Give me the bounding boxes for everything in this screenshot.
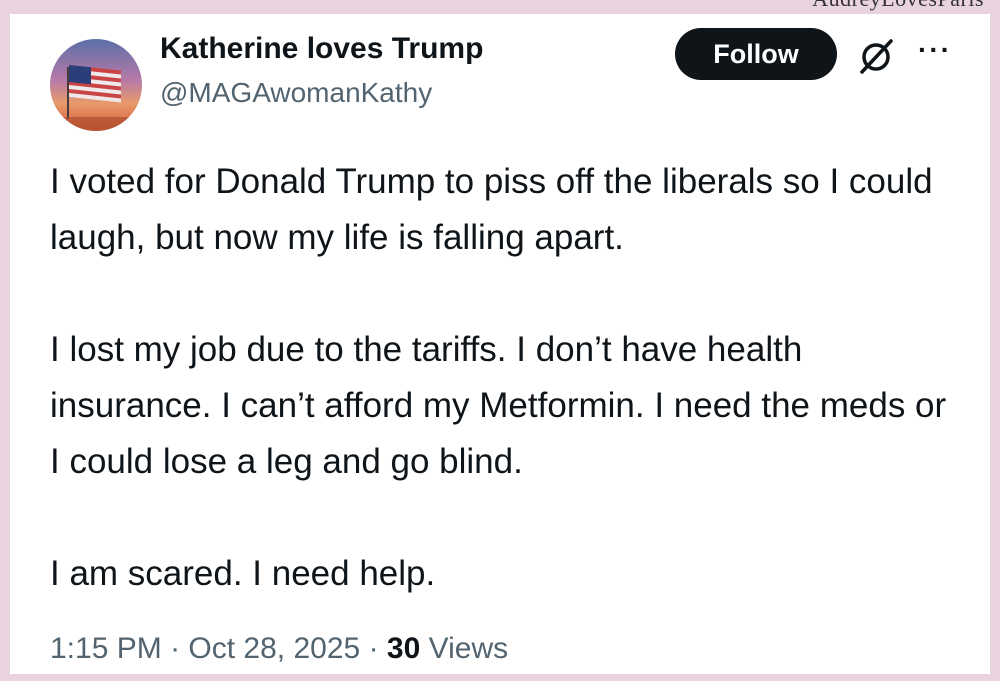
tweet-time[interactable]: 1:15 PM xyxy=(50,632,162,665)
tweet-paragraph: I am scared. I need help. xyxy=(50,554,436,593)
views-label: Views xyxy=(428,632,509,665)
grok-icon[interactable] xyxy=(856,36,896,81)
follow-button[interactable]: Follow xyxy=(675,28,837,80)
more-icon[interactable]: ··· xyxy=(918,34,952,66)
author-name[interactable]: Katherine loves Trump xyxy=(160,32,483,66)
tweet-text: I voted for Donald Trump to piss off the… xyxy=(50,154,960,602)
tweet-meta: 1:15 PM · Oct 28, 2025 · 30 Views xyxy=(50,632,508,666)
flag-icon xyxy=(50,64,142,131)
tweet-date[interactable]: Oct 28, 2025 xyxy=(188,632,360,665)
meta-separator: · xyxy=(368,632,379,665)
author-handle[interactable]: @MAGAwomanKathy xyxy=(160,77,432,109)
tweet-card: Katherine loves Trump @MAGAwomanKathy Fo… xyxy=(10,14,990,674)
views-count: 30 xyxy=(386,632,421,665)
meta-separator: · xyxy=(170,632,181,665)
avatar[interactable] xyxy=(50,39,142,131)
watermark: AudreyLovesParis xyxy=(812,0,984,12)
tweet-paragraph: I lost my job due to the tariffs. I don’… xyxy=(50,330,947,481)
tweet-paragraph: I voted for Donald Trump to piss off the… xyxy=(50,162,933,257)
